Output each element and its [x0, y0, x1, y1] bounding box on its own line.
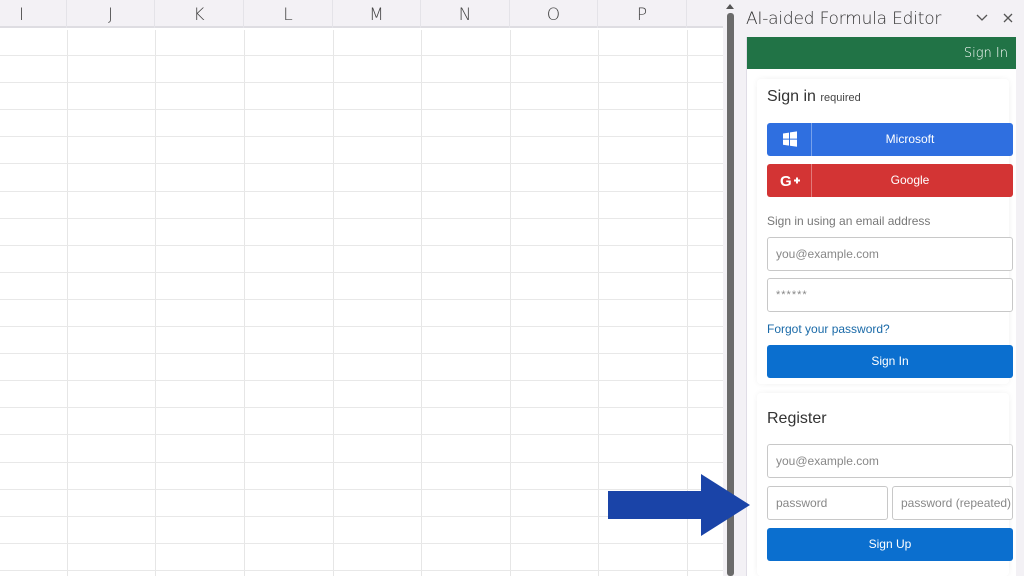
- row-gridline: [0, 272, 723, 273]
- column-header-k[interactable]: K: [155, 0, 244, 28]
- register-password-repeat-input[interactable]: password (repeated): [892, 486, 1013, 520]
- column-header-o[interactable]: O: [510, 0, 598, 28]
- column-header-m[interactable]: M: [333, 0, 421, 28]
- column-gridline: [155, 30, 156, 576]
- microsoft-sign-in-button[interactable]: Microsoft: [767, 123, 1013, 156]
- row-gridline: [0, 462, 723, 463]
- addin-content: Sign In Sign in required Microsoft G Goo…: [746, 37, 1016, 576]
- column-gridline: [67, 30, 68, 576]
- row-gridline: [0, 407, 723, 408]
- row-gridline: [0, 543, 723, 544]
- row-gridline: [0, 434, 723, 435]
- excel-window: I J K L M N O P AI-aided Formula Editor …: [0, 0, 1024, 576]
- sign-in-title: Sign in: [767, 88, 816, 105]
- pane-title: AI-aided Formula Editor: [746, 9, 942, 29]
- row-gridline: [0, 299, 723, 300]
- email-sign-in-hint: Sign in using an email address: [767, 214, 931, 228]
- row-gridline: [0, 218, 723, 219]
- google-label: Google: [890, 173, 930, 187]
- row-gridline: [0, 353, 723, 354]
- sign-up-button[interactable]: Sign Up: [767, 528, 1013, 561]
- register-email-input[interactable]: you@example.com: [767, 444, 1013, 478]
- column-header-l[interactable]: L: [244, 0, 333, 28]
- column-gridline: [510, 30, 511, 576]
- required-note: required: [820, 92, 861, 104]
- top-bar-sign-in-link[interactable]: Sign In: [964, 46, 1008, 61]
- row-gridline: [0, 380, 723, 381]
- column-gridline: [244, 30, 245, 576]
- register-password-input[interactable]: password: [767, 486, 888, 520]
- column-gridline: [421, 30, 422, 576]
- column-header-n[interactable]: N: [421, 0, 510, 28]
- column-gridline: [333, 30, 334, 576]
- register-card: Register you@example.com password passwo…: [757, 393, 1013, 576]
- svg-text:G: G: [780, 173, 792, 190]
- windows-logo-icon: [767, 123, 812, 156]
- sign-in-card: Sign in required Microsoft G Google Sign…: [757, 79, 1013, 384]
- row-gridline: [0, 163, 723, 164]
- column-headers: I J K L M N O P: [0, 0, 723, 28]
- sign-in-heading: Sign in required: [767, 88, 861, 106]
- row-gridline: [0, 570, 723, 571]
- arrow-right-icon: [608, 474, 750, 536]
- column-header-j[interactable]: J: [67, 0, 155, 28]
- task-pane: AI-aided Formula Editor Sign In Sign in …: [738, 0, 1024, 576]
- column-gridline: [598, 30, 599, 576]
- google-sign-in-button[interactable]: G Google: [767, 164, 1013, 197]
- google-plus-icon: G: [767, 164, 812, 197]
- row-gridline: [0, 326, 723, 327]
- close-icon[interactable]: [1000, 10, 1016, 26]
- addin-top-bar: Sign In: [747, 37, 1016, 69]
- column-header-i[interactable]: I: [0, 0, 67, 28]
- column-header-p[interactable]: P: [598, 0, 687, 28]
- sign-in-email-input[interactable]: you@example.com: [767, 237, 1013, 271]
- row-gridline: [0, 245, 723, 246]
- row-gridline: [0, 136, 723, 137]
- forgot-password-link[interactable]: Forgot your password?: [767, 322, 890, 336]
- row-gridline: [0, 55, 723, 56]
- row-gridline: [0, 191, 723, 192]
- row-gridline: [0, 109, 723, 110]
- sign-in-password-input[interactable]: ******: [767, 278, 1013, 312]
- chevron-down-icon[interactable]: [974, 10, 990, 26]
- sign-in-submit-button[interactable]: Sign In: [767, 345, 1013, 378]
- row-gridline: [0, 82, 723, 83]
- register-title: Register: [767, 410, 827, 427]
- scroll-up-arrow-icon[interactable]: [726, 4, 734, 9]
- microsoft-label: Microsoft: [885, 132, 935, 146]
